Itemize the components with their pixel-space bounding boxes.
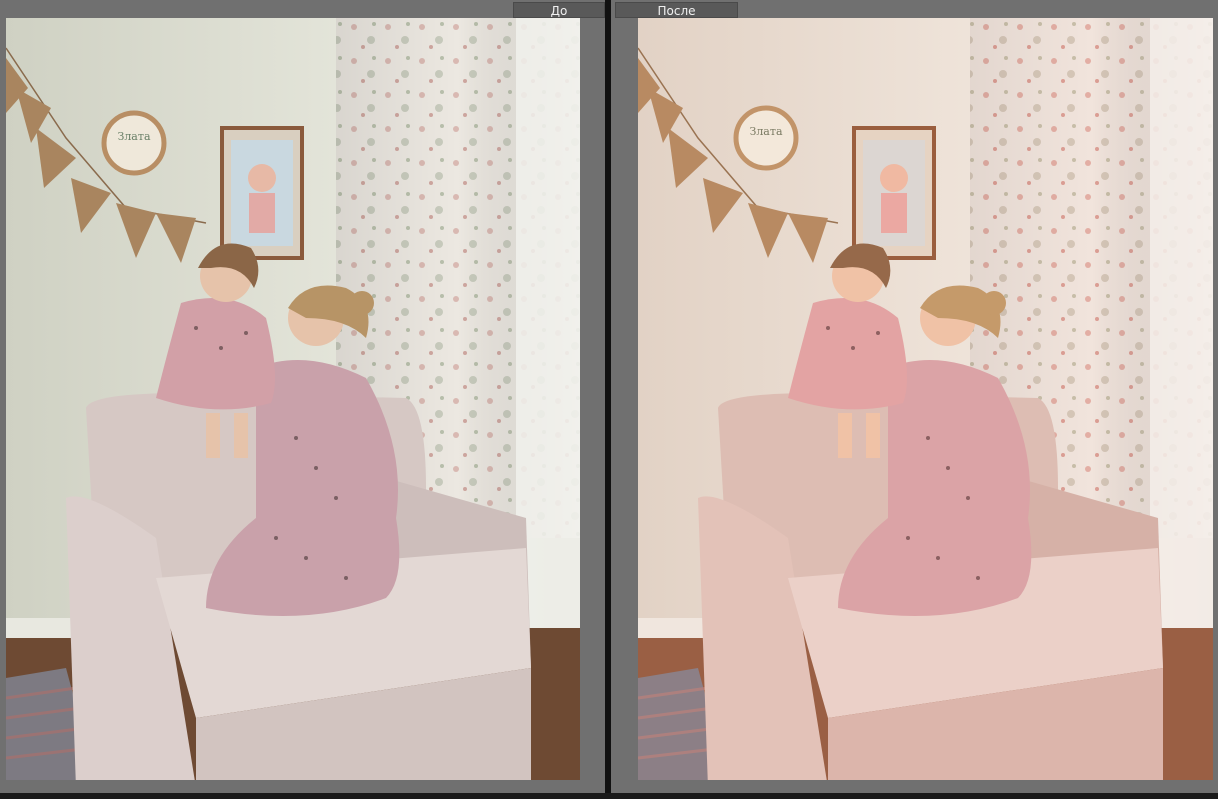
embroidery-hoop-icon	[101, 110, 167, 176]
hoop-text: Злата	[117, 130, 150, 143]
before-label[interactable]: До	[513, 2, 605, 18]
before-photo-canvas: Злата	[6, 18, 580, 780]
after-label[interactable]: После	[615, 2, 738, 18]
after-photo-canvas: Злата	[638, 18, 1213, 780]
before-photo[interactable]: Злата	[6, 18, 580, 780]
before-panel: До Злата	[0, 0, 605, 799]
hoop-text: Злата	[749, 125, 782, 138]
embroidery-hoop-icon	[733, 105, 799, 171]
after-panel: После Злата	[611, 0, 1218, 799]
bottom-strip	[0, 793, 1218, 799]
after-photo[interactable]: Злата	[638, 18, 1213, 780]
